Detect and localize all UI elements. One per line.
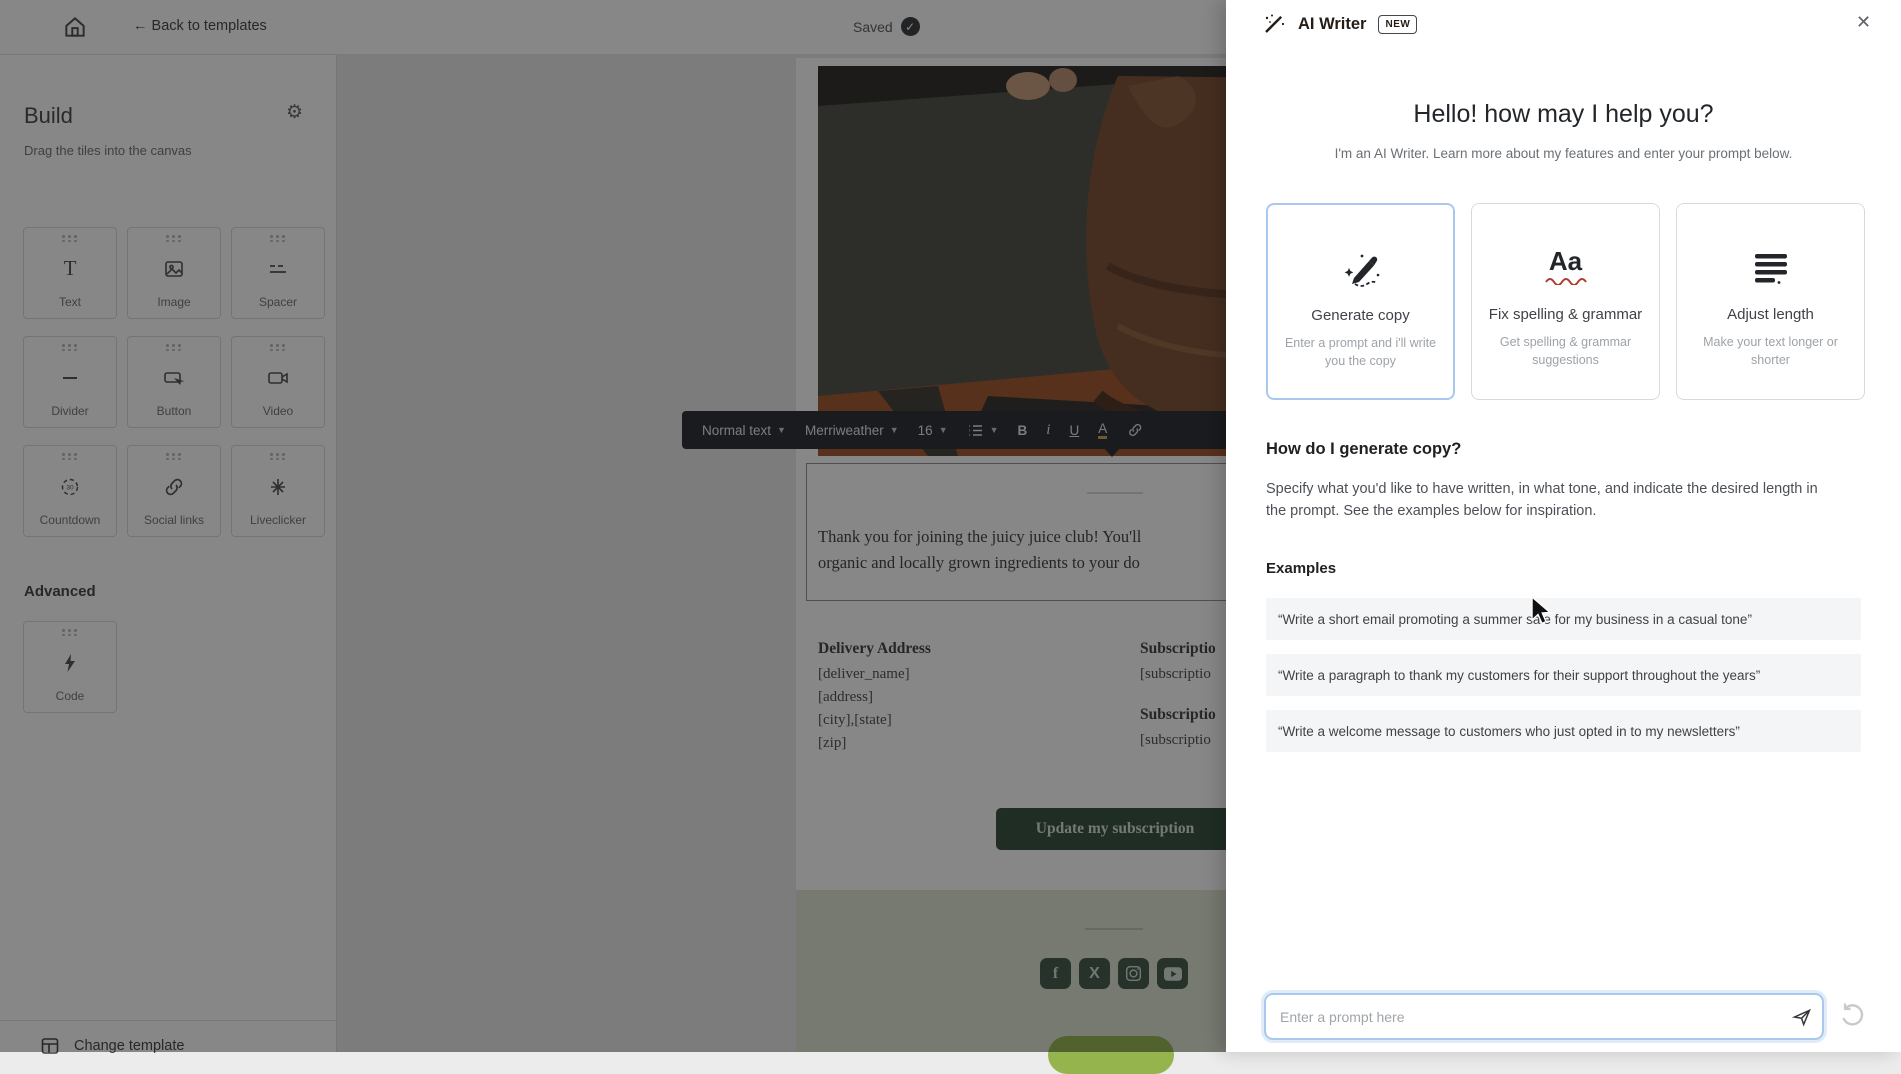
how-to-body: Specify what you'd like to have written,… bbox=[1266, 478, 1834, 523]
refresh-icon[interactable] bbox=[1838, 1000, 1866, 1033]
spellcheck-icon: Aa bbox=[1544, 238, 1588, 302]
pencil-sparkle-icon bbox=[1338, 239, 1384, 303]
ai-writer-panel: AI Writer NEW ✕ Hello! how may I help yo… bbox=[1226, 0, 1901, 1052]
example-prompt-2[interactable]: “Write a paragraph to thank my customers… bbox=[1266, 654, 1861, 696]
send-prompt-button[interactable] bbox=[1782, 997, 1822, 1037]
ai-greeting-subtitle: I'm an AI Writer. Learn more about my fe… bbox=[1226, 146, 1901, 161]
adjust-length-card[interactable]: Adjust length Make your text longer or s… bbox=[1676, 203, 1865, 400]
send-icon bbox=[1792, 1007, 1812, 1027]
fix-spelling-card[interactable]: Aa Fix spelling & grammar Get spelling &… bbox=[1471, 203, 1660, 400]
examples-heading: Examples bbox=[1266, 560, 1336, 577]
text-length-icon bbox=[1748, 238, 1794, 302]
ai-greeting-title: Hello! how may I help you? bbox=[1226, 100, 1901, 129]
example-prompt-1[interactable]: “Write a short email promoting a summer … bbox=[1266, 598, 1861, 640]
prompt-input-wrap bbox=[1264, 993, 1824, 1040]
ai-panel-title: AI Writer bbox=[1298, 15, 1366, 34]
ai-feature-cards: Generate copy Enter a prompt and i'll wr… bbox=[1266, 203, 1865, 400]
how-to-heading: How do I generate copy? bbox=[1266, 440, 1461, 459]
close-icon[interactable]: ✕ bbox=[1856, 12, 1871, 33]
magic-wand-icon bbox=[1262, 12, 1286, 36]
new-badge: NEW bbox=[1378, 15, 1417, 34]
dim-overlay bbox=[0, 0, 1226, 1052]
prompt-input[interactable] bbox=[1266, 1009, 1782, 1025]
ai-panel-header: AI Writer NEW bbox=[1262, 12, 1417, 36]
example-prompt-3[interactable]: “Write a welcome message to customers wh… bbox=[1266, 710, 1861, 752]
mouse-cursor bbox=[1530, 596, 1556, 631]
generate-copy-card[interactable]: Generate copy Enter a prompt and i'll wr… bbox=[1266, 203, 1455, 400]
